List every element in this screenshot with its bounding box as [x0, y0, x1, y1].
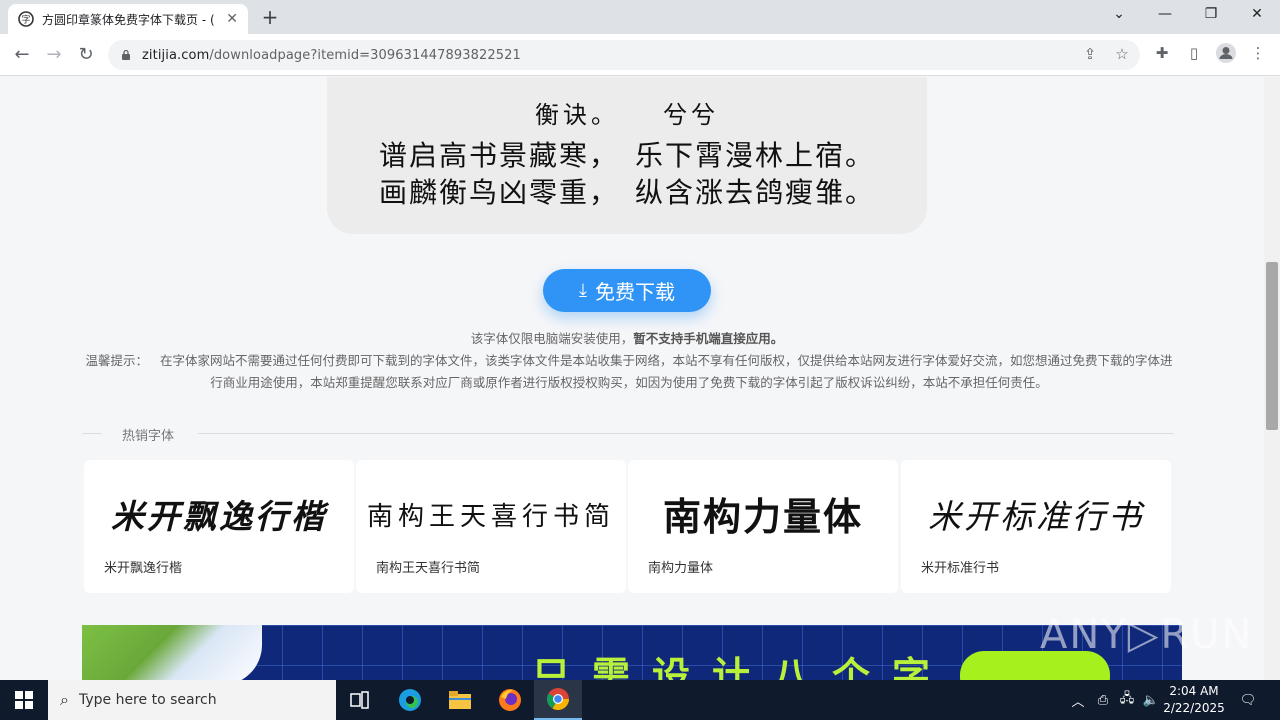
device-icon[interactable]: ⎙	[1092, 680, 1114, 720]
tray-overflow-chevron-icon[interactable]: ︿	[1068, 680, 1088, 720]
copyright-tip: 温馨提示： 在字体家网站不需要通过任何付费即可下载到的字体文件，该类字体文件是本…	[84, 350, 1174, 394]
reload-icon[interactable]: ↻	[72, 42, 100, 70]
device-notice: 该字体仅限电脑端安装使用，暂不支持手机端直接应用。	[0, 328, 1254, 347]
banner-pen-image	[82, 625, 262, 680]
font-name: 米开飘逸行楷	[104, 561, 183, 576]
font-card[interactable]: 南构力量体 南构力量体	[628, 460, 898, 593]
url-path: /downloadpage?itemid=309631447893822521	[209, 47, 521, 63]
notice-bold: 暂不支持手机端直接应用。	[633, 331, 784, 346]
edge-browser-icon[interactable]	[386, 680, 434, 720]
url-domain: zitijia.com	[142, 47, 210, 63]
watermark-logo: ANY▷RUN	[1040, 612, 1254, 658]
lock-icon	[122, 49, 130, 60]
font-name: 米开标准行书	[921, 561, 1000, 576]
hot-fonts-header: 热销字体	[82, 422, 1174, 446]
task-view-icon[interactable]	[336, 680, 384, 720]
restore-button[interactable]: ❐	[1188, 0, 1234, 30]
bookmark-star-icon[interactable]: ☆	[1110, 42, 1134, 66]
tab-search-chevron-icon[interactable]: ⌄	[1096, 0, 1142, 30]
new-tab-button[interactable]: +	[258, 6, 282, 30]
free-download-button[interactable]: ⤓ 免费下载	[543, 269, 711, 312]
profile-avatar-icon[interactable]	[1214, 42, 1238, 66]
taskbar: ⌕ Type here to search ︿ ⎙ 🖧 🔈 2:04 AM 2/…	[0, 680, 1280, 720]
tab-close-icon[interactable]: ✕	[226, 11, 238, 27]
font-preview-panel: 衡诀。 兮兮 谱启高书景藏寒， 乐下霄漫林上宿。 画麟衡鸟凶零重， 纵含涨去鸽瘦…	[327, 77, 927, 234]
network-icon[interactable]: 🖧	[1116, 680, 1138, 720]
notice-normal: 该字体仅限电脑端安装使用，	[470, 331, 634, 346]
windows-logo-icon	[15, 691, 33, 709]
search-icon: ⌕	[60, 690, 69, 709]
tab-active[interactable]: 字 方圆印章篆体免费字体下载页 - ( ✕	[8, 4, 248, 34]
side-panel-icon[interactable]: ▯	[1182, 42, 1206, 66]
site-favicon-icon: 字	[18, 11, 34, 27]
tip-label: 温馨提示：	[85, 353, 149, 368]
tip-text: 在字体家网站不需要通过任何付费即可下载到的字体文件，该类字体文件是本站收集于网络…	[159, 353, 1173, 390]
address-bar[interactable]: zitijia.com/downloadpage?itemid=30963144…	[108, 40, 1140, 70]
svg-text:字: 字	[21, 14, 30, 26]
minimize-button[interactable]: —	[1142, 0, 1188, 30]
download-label: 免费下载	[594, 280, 675, 304]
scrollbar-thumb[interactable]	[1266, 262, 1278, 430]
close-window-button[interactable]: ✕	[1234, 0, 1280, 30]
font-name: 南构力量体	[648, 561, 714, 576]
divider	[82, 433, 102, 434]
chrome-icon[interactable]	[534, 680, 582, 720]
font-sample: 米开飘逸行楷	[111, 497, 327, 536]
font-sample: 南构力量体	[662, 495, 863, 539]
windows-start-button[interactable]	[0, 680, 48, 720]
preview-line-3: 画麟衡鸟凶零重， 纵含涨去鸽瘦雏。	[378, 176, 875, 209]
page-content: 衡诀。 兮兮 谱启高书景藏寒， 乐下霄漫林上宿。 画麟衡鸟凶零重， 纵含涨去鸽瘦…	[0, 77, 1264, 680]
browser-toolbar: ← → ↻ zitijia.com/downloadpage?itemid=30…	[0, 34, 1280, 76]
taskbar-search-box[interactable]: ⌕ Type here to search	[48, 680, 336, 720]
section-title: 热销字体	[122, 429, 175, 444]
tab-title: 方圆印章篆体免费字体下载页 - (	[42, 12, 215, 27]
font-name: 南构王天喜行书简	[376, 561, 481, 576]
file-explorer-icon[interactable]	[436, 680, 484, 720]
font-card[interactable]: 米开标准行书 米开标准行书	[901, 460, 1171, 593]
promo-banner[interactable]: 只需设计八个字	[82, 625, 1182, 680]
preview-line-2: 谱启高书景藏寒， 乐下霄漫林上宿。	[378, 139, 875, 172]
banner-slogan: 只需设计八个字	[532, 654, 953, 680]
font-card[interactable]: 南构王天喜行书简 南构王天喜行书简	[356, 460, 626, 593]
clock-date: 2/22/2025	[1163, 701, 1225, 715]
firefox-icon[interactable]	[486, 680, 534, 720]
menu-kebab-icon[interactable]: ⋮	[1246, 42, 1270, 66]
back-arrow-icon[interactable]: ←	[8, 42, 36, 70]
font-sample: 南构王天喜行书简	[366, 502, 615, 532]
search-placeholder: Type here to search	[78, 692, 217, 708]
clock-time: 2:04 AM	[1169, 684, 1219, 698]
download-icon: ⤓	[579, 280, 587, 301]
extensions-puzzle-icon[interactable]: ✚	[1150, 42, 1174, 66]
share-icon[interactable]: ⇪	[1078, 42, 1102, 66]
preview-line-1: 衡诀。 兮兮	[535, 101, 719, 129]
notification-center-icon[interactable]: 🗨	[1236, 680, 1260, 720]
font-card[interactable]: 米开飘逸行楷 米开飘逸行楷	[84, 460, 354, 593]
divider	[198, 433, 1174, 434]
volume-icon[interactable]: 🔈	[1140, 680, 1162, 720]
url-text: zitijia.com/downloadpage?itemid=30963144…	[142, 48, 521, 63]
font-sample: 米开标准行书	[928, 497, 1144, 536]
system-clock[interactable]: 2:04 AM 2/22/2025	[1160, 683, 1228, 717]
forward-arrow-icon[interactable]: →	[40, 42, 68, 70]
tab-strip: 字 方圆印章篆体免费字体下载页 - ( ✕ + ⌄ — ❐ ✕	[0, 0, 1280, 34]
